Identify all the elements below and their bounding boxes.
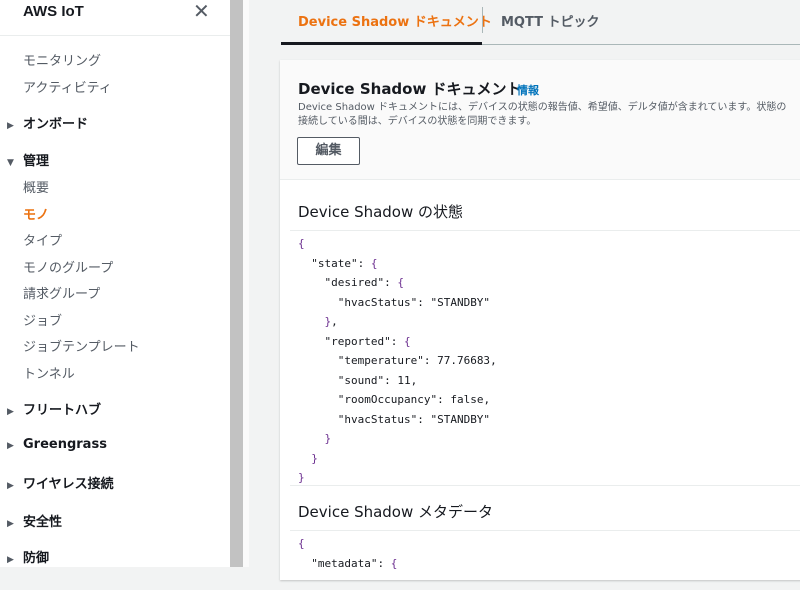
caret-right-icon: ▶ bbox=[7, 519, 14, 529]
sidebar: AWS IoT ✕ モニタリング アクティビティ ▶ オンボード ▼ 管理 概要 モ… bbox=[0, 0, 230, 567]
sidebar-section-defend[interactable]: ▶ 防御 bbox=[7, 547, 49, 566]
sidebar-item-jobs[interactable]: ジョブ bbox=[23, 310, 62, 329]
json-value: 77.76683 bbox=[437, 354, 491, 367]
section-label: 安全性 bbox=[23, 515, 63, 530]
section-label: 防御 bbox=[23, 551, 50, 566]
sidebar-header: AWS IoT ✕ bbox=[0, 0, 230, 36]
sidebar-item-job-templates[interactable]: ジョブテンプレート bbox=[23, 336, 140, 355]
sidebar-section-onboard[interactable]: ▶ オンボード bbox=[7, 113, 88, 132]
sidebar-item-tunnels[interactable]: トンネル bbox=[23, 363, 75, 382]
panel-title: Device Shadow ドキュメント bbox=[298, 80, 522, 98]
shadow-state-title: Device Shadow の状態 bbox=[298, 203, 464, 221]
description-line: Device Shadow ドキュメントには、デバイスの状態の報告値、希望値、デ… bbox=[298, 102, 787, 113]
caret-right-icon: ▶ bbox=[7, 121, 14, 131]
json-value: "STANDBY" bbox=[430, 295, 491, 309]
info-link[interactable]: 情報 bbox=[517, 82, 539, 98]
caret-right-icon: ▶ bbox=[7, 555, 14, 565]
caret-down-icon: ▼ bbox=[7, 158, 14, 168]
shadow-metadata-json: { "metadata": { bbox=[290, 530, 800, 590]
tab-bar: Device Shadow ドキュメント MQTT トピック bbox=[281, 0, 800, 45]
sidebar-section-security[interactable]: ▶ 安全性 bbox=[7, 511, 62, 530]
sidebar-item-thing-groups[interactable]: モノのグループ bbox=[23, 257, 113, 276]
sidebar-item-overview[interactable]: 概要 bbox=[23, 177, 49, 196]
section-label: ワイヤレス接続 bbox=[23, 477, 114, 492]
edit-button[interactable]: 編集 bbox=[297, 137, 360, 165]
section-label: オンボード bbox=[23, 117, 89, 132]
tab-device-shadow-document[interactable]: Device Shadow ドキュメント bbox=[298, 11, 492, 30]
sidebar-item-things[interactable]: モノ bbox=[23, 204, 49, 223]
sidebar-section-manage[interactable]: ▼ 管理 bbox=[7, 150, 49, 169]
section-label: 管理 bbox=[23, 154, 50, 169]
sidebar-section-wireless[interactable]: ▶ ワイヤレス接続 bbox=[7, 473, 114, 492]
sidebar-section-fleet-hub[interactable]: ▶ フリートハブ bbox=[7, 399, 101, 418]
sidebar-item-billing-groups[interactable]: 請求グループ bbox=[23, 283, 100, 302]
section-label: フリートハブ bbox=[23, 403, 102, 418]
shadow-document-panel: Device Shadow ドキュメント 情報 Device Shadow ドキ… bbox=[280, 60, 800, 580]
json-value: "STANDBY" bbox=[430, 412, 491, 426]
sidebar-item-activity[interactable]: アクティビティ bbox=[23, 77, 112, 96]
close-icon[interactable]: ✕ bbox=[193, 0, 210, 23]
active-tab-indicator bbox=[281, 42, 482, 45]
json-value: 11 bbox=[397, 373, 411, 387]
sidebar-title: AWS IoT bbox=[23, 3, 84, 20]
divider bbox=[243, 0, 249, 567]
section-label: Greengrass bbox=[23, 437, 107, 452]
shadow-state-json: { "state": { "desired": { "hvacStatus": … bbox=[290, 230, 800, 486]
description-line: 接続している間は、デバイスの状態を同期できます。 bbox=[298, 116, 537, 127]
json-value: false bbox=[450, 393, 484, 406]
panel-description: Device Shadow ドキュメントには、デバイスの状態の報告値、希望値、デ… bbox=[298, 101, 800, 129]
tab-separator bbox=[482, 7, 483, 33]
sidebar-section-greengrass[interactable]: ▶ Greengrass bbox=[7, 437, 107, 452]
shadow-metadata-title: Device Shadow メタデータ bbox=[298, 503, 494, 521]
caret-right-icon: ▶ bbox=[7, 481, 14, 491]
panel-header: Device Shadow ドキュメント 情報 Device Shadow ドキ… bbox=[280, 60, 800, 180]
sidebar-item-types[interactable]: タイプ bbox=[23, 230, 62, 249]
caret-right-icon: ▶ bbox=[7, 407, 14, 417]
sidebar-scrollbar[interactable] bbox=[230, 0, 243, 567]
caret-right-icon: ▶ bbox=[7, 441, 14, 451]
tab-mqtt-topic[interactable]: MQTT トピック bbox=[501, 11, 600, 30]
sidebar-item-monitoring[interactable]: モニタリング bbox=[23, 50, 101, 69]
